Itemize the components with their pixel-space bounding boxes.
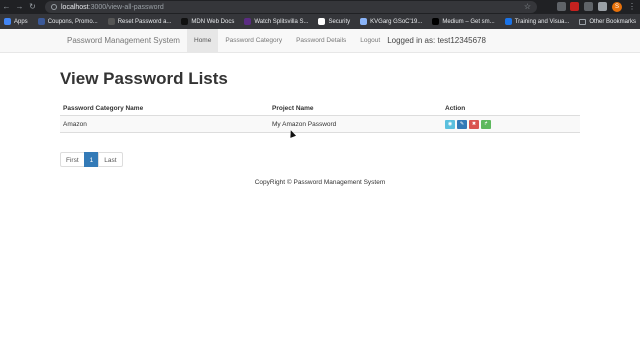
nav-home[interactable]: Home [187,29,219,53]
folder-icon [579,18,587,25]
edit-button[interactable]: ✎ [457,119,467,129]
bookmark-favicon-icon [37,18,45,25]
table-header: Password Category Name Project Name Acti… [60,102,580,116]
bookmark-label: Coupons, Promo... [47,18,98,25]
bookmark-item[interactable]: Medium – Get sm... [432,18,495,25]
bookmark-label: MDN Web Docs [191,18,235,25]
other-bookmarks[interactable]: Other Bookmarks [579,14,636,29]
bookmark-label: Training and Visua... [514,18,570,25]
bookmarks-bar: Apps Coupons, Promo... Reset Password a...… [0,14,640,29]
bookmark-favicon-icon [318,18,326,25]
extension-icon[interactable] [584,2,593,11]
pagination: First 1 Last [60,152,123,167]
site-info-icon[interactable] [51,4,57,10]
table-row: Amazon My Amazon Password ◉ ✎ ✖ ↱ [60,116,580,133]
action-buttons: ◉ ✎ ✖ ↱ [445,119,580,129]
bookmark-label: Apps [14,18,28,25]
extensions-puzzle-icon[interactable] [598,2,607,11]
nav-password-category[interactable]: Password Category [218,29,289,53]
column-header-category: Password Category Name [63,105,144,112]
trash-icon: ✖ [471,120,477,127]
profile-avatar[interactable]: S [612,2,622,12]
cell-category: Amazon [63,120,87,128]
view-button[interactable]: ◉ [445,119,455,129]
bookmark-item[interactable]: Training and Visua... [504,18,570,25]
logged-in-label: Logged in as: test12345678 [387,36,486,45]
cell-project: My Amazon Password [272,120,337,128]
password-table: Password Category Name Project Name Acti… [60,102,580,133]
bookmark-item[interactable]: Reset Password a... [107,18,172,25]
bookmark-item[interactable]: MDN Web Docs [181,18,234,25]
bookmark-label: Reset Password a... [117,18,172,25]
share-button[interactable]: ↱ [481,119,491,129]
other-bookmarks-label: Other Bookmarks [589,18,636,25]
eye-icon: ◉ [447,120,453,127]
extension-icon[interactable] [570,2,579,11]
column-header-action: Action [445,105,466,112]
bookmark-item[interactable]: Watch Splitsvilla S... [244,18,308,25]
browser-toolbar: ← → ↻ localhost:3000/view-all-password ☆… [0,0,640,14]
bookmark-favicon-icon [432,18,440,25]
extension-icon[interactable] [557,2,566,11]
forward-icon[interactable]: → [13,0,26,14]
bookmark-label: KVGarg GSoC'19... [370,18,423,25]
page-title: View Password Lists [60,69,228,88]
footer: CopyRight © Password Management System [254,179,386,186]
reload-icon[interactable]: ↻ [26,0,39,14]
share-icon: ↱ [483,120,489,127]
nav-password-details[interactable]: Password Details [289,29,353,53]
column-header-project: Project Name [272,105,314,112]
url-text: localhost:3000/view-all-password [61,3,164,11]
bookmark-item[interactable]: Coupons, Promo... [37,18,98,25]
bookmark-item[interactable]: Security [318,18,350,25]
bookmark-label: Security [328,18,351,25]
bookmark-favicon-icon [4,18,11,25]
nav-logout[interactable]: Logout [353,29,387,53]
bookmark-favicon-icon [360,18,368,25]
bookmark-favicon-icon [244,18,252,25]
nav-links: Home Password Category Password Details … [187,29,486,53]
address-bar[interactable]: localhost:3000/view-all-password ☆ [45,1,537,13]
bookmark-favicon-icon [181,18,189,25]
bookmark-favicon-icon [107,18,115,25]
bookmark-label: Watch Splitsvilla S... [254,18,309,25]
bookmark-item[interactable]: KVGarg GSoC'19... [360,18,422,25]
pagination-last[interactable]: Last [98,152,123,167]
browser-menu-icon[interactable]: ⋮ [628,0,636,14]
delete-button[interactable]: ✖ [469,119,479,129]
pencil-icon: ✎ [459,120,465,127]
bookmark-label: Medium – Get sm... [442,18,495,25]
navbar: Password Management System Home Password… [0,29,640,53]
brand[interactable]: Password Management System [67,29,180,53]
bookmark-item[interactable]: Apps [4,18,28,25]
back-icon[interactable]: ← [0,0,13,14]
bookmark-star-icon[interactable]: ☆ [524,1,531,13]
bookmark-favicon-icon [504,18,512,25]
pagination-page-1[interactable]: 1 [83,152,100,167]
pagination-first[interactable]: First [60,152,85,167]
